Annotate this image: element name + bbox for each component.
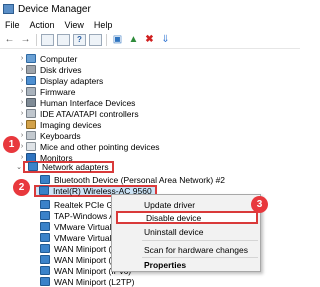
firmware-icon bbox=[26, 87, 36, 96]
step-badge-2: 2 bbox=[13, 179, 30, 196]
tree-item-label: IDE ATA/ATAPI controllers bbox=[40, 108, 139, 119]
chevron-right-icon[interactable]: › bbox=[18, 55, 26, 62]
ide-icon bbox=[26, 109, 36, 118]
tree-item-label: Computer bbox=[40, 53, 78, 64]
camera-icon bbox=[26, 120, 36, 129]
tree-item-firmware[interactable]: › Firmware bbox=[18, 86, 76, 97]
view-icon[interactable] bbox=[89, 34, 102, 46]
menu-item-scan-hardware[interactable]: Scan for hardware changes bbox=[116, 243, 258, 256]
display-adapter-icon bbox=[26, 76, 36, 85]
tree-item-hid[interactable]: › Human Interface Devices bbox=[18, 97, 136, 108]
network-adapter-icon bbox=[40, 255, 50, 264]
back-arrow-icon[interactable]: ← bbox=[3, 34, 16, 46]
tree-item-label: Bluetooth Device (Personal Area Network)… bbox=[54, 174, 226, 185]
network-adapter-icon bbox=[40, 233, 50, 242]
network-adapter-icon bbox=[28, 162, 38, 171]
tree-item-label: Firmware bbox=[40, 86, 76, 97]
toolbar-separator bbox=[106, 34, 107, 46]
mouse-icon bbox=[26, 142, 36, 151]
menu-item-properties[interactable]: Properties bbox=[116, 258, 258, 271]
tree-item-label: Imaging devices bbox=[40, 119, 102, 130]
menu-item-update-driver[interactable]: Update driver bbox=[116, 198, 258, 211]
tree-item-label: Keyboards bbox=[40, 130, 81, 141]
tree-item-network-adapters[interactable]: ⌄ Network adapters bbox=[15, 160, 114, 173]
network-adapters-highlight: Network adapters bbox=[23, 160, 114, 173]
network-adapter-icon bbox=[40, 244, 50, 253]
chevron-right-icon[interactable]: › bbox=[18, 88, 26, 95]
network-adapter-icon bbox=[40, 222, 50, 231]
tree-item-computer[interactable]: › Computer bbox=[18, 53, 78, 64]
menu-item-uninstall-device[interactable]: Uninstall device bbox=[116, 225, 258, 238]
chevron-right-icon[interactable]: › bbox=[18, 66, 26, 73]
menu-item-label: Uninstall device bbox=[144, 226, 204, 237]
chevron-right-icon[interactable]: › bbox=[18, 110, 26, 117]
toolbar-separator bbox=[36, 34, 37, 46]
tree-item-disk-drives[interactable]: › Disk drives bbox=[18, 64, 82, 75]
computer-icon bbox=[26, 54, 36, 63]
properties-icon[interactable] bbox=[41, 34, 54, 46]
menu-item-label: Disable device bbox=[146, 212, 202, 223]
help-icon[interactable]: ? bbox=[73, 34, 86, 46]
tree-item-label: WAN Miniport (L2TP) bbox=[54, 276, 135, 287]
network-child-wan-l2tp[interactable]: WAN Miniport (L2TP) bbox=[40, 276, 134, 287]
menu-item-label: Update driver bbox=[144, 199, 196, 210]
tree-item-label: Network adapters bbox=[42, 161, 109, 172]
menu-file[interactable]: File bbox=[0, 20, 25, 30]
network-child-bluetooth[interactable]: Bluetooth Device (Personal Area Network)… bbox=[40, 174, 225, 185]
menu-action[interactable]: Action bbox=[25, 20, 60, 30]
toolbar: ← → ? ▣ ▲ ✖ ⇓ bbox=[0, 32, 300, 49]
tree-item-label: Human Interface Devices bbox=[40, 97, 136, 108]
chevron-right-icon[interactable]: › bbox=[18, 77, 26, 84]
menu-help[interactable]: Help bbox=[89, 20, 118, 30]
chevron-right-icon[interactable]: › bbox=[18, 132, 26, 139]
step-badge-1: 1 bbox=[3, 136, 20, 153]
network-adapter-icon bbox=[40, 200, 50, 209]
menu-bar: File Action View Help bbox=[0, 18, 300, 32]
download-icon[interactable]: ⇓ bbox=[159, 34, 172, 46]
menu-item-label: Properties bbox=[144, 259, 187, 270]
network-adapter-icon bbox=[40, 175, 50, 184]
device-manager-icon bbox=[3, 4, 14, 14]
update-driver-icon[interactable]: ▲ bbox=[127, 34, 140, 46]
chevron-right-icon[interactable]: › bbox=[18, 121, 26, 128]
chevron-down-icon[interactable]: ⌄ bbox=[15, 163, 23, 171]
hid-icon bbox=[26, 98, 36, 107]
details-icon[interactable] bbox=[57, 34, 70, 46]
tree-item-label: Mice and other pointing devices bbox=[40, 141, 160, 152]
tree-item-imaging[interactable]: › Imaging devices bbox=[18, 119, 102, 130]
tree-item-keyboards[interactable]: › Keyboards bbox=[18, 130, 81, 141]
menu-view[interactable]: View bbox=[60, 20, 89, 30]
step-badge-3: 3 bbox=[251, 196, 268, 213]
tree-item-mice[interactable]: › Mice and other pointing devices bbox=[18, 141, 160, 152]
menu-item-label: Scan for hardware changes bbox=[144, 244, 248, 255]
network-adapter-icon bbox=[40, 266, 50, 275]
context-menu: Update driver Disable device Uninstall d… bbox=[111, 194, 261, 272]
tree-item-label: Disk drives bbox=[40, 64, 82, 75]
monitor-icon[interactable]: ▣ bbox=[111, 34, 124, 46]
network-adapter-icon bbox=[39, 186, 49, 195]
disk-icon bbox=[26, 65, 36, 74]
tree-item-ide[interactable]: › IDE ATA/ATAPI controllers bbox=[18, 108, 139, 119]
window-title: Device Manager bbox=[18, 3, 91, 15]
menu-item-disable-device[interactable]: Disable device bbox=[116, 211, 258, 224]
tree-item-display-adapters[interactable]: › Display adapters bbox=[18, 75, 103, 86]
chevron-right-icon[interactable]: › bbox=[18, 99, 26, 106]
delete-icon[interactable]: ✖ bbox=[143, 34, 156, 46]
tree-item-label: Display adapters bbox=[40, 75, 104, 86]
forward-arrow-icon[interactable]: → bbox=[19, 34, 32, 46]
menu-separator bbox=[142, 240, 258, 241]
network-adapter-icon bbox=[40, 211, 50, 220]
network-child-wan-ip[interactable]: WAN Miniport (IP) bbox=[40, 254, 122, 265]
network-adapter-icon bbox=[40, 277, 50, 286]
title-bar: Device Manager bbox=[0, 0, 300, 18]
keyboard-icon bbox=[26, 131, 36, 140]
